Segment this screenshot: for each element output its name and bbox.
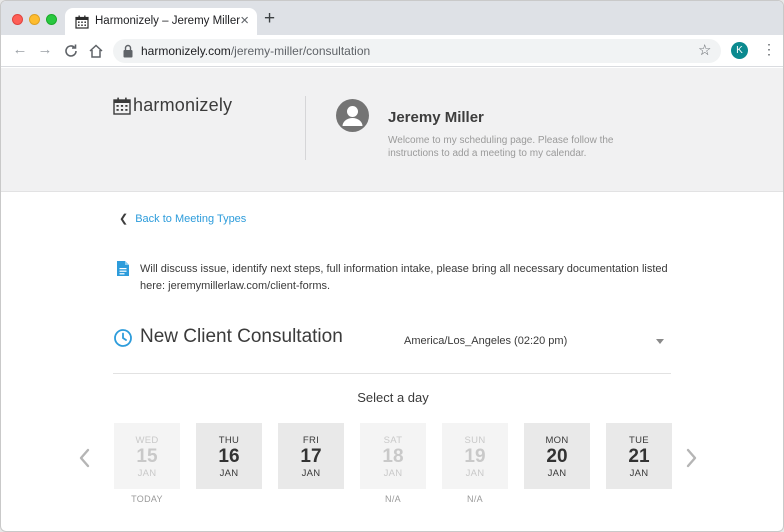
day-num: 19 (464, 446, 486, 467)
page-header: harmonizely Jeremy Miller Welcome to my … (1, 68, 783, 192)
day-note: N/A (385, 494, 401, 504)
day-dow: WED (135, 435, 159, 446)
host-name: Jeremy Miller (388, 109, 484, 126)
minimize-window-button[interactable] (29, 14, 40, 25)
day-tile-sun: SUN 19 JAN (442, 423, 508, 489)
day-tile-sat: SAT 18 JAN (360, 423, 426, 489)
logo-text[interactable]: harmonizely (133, 95, 232, 116)
profile-avatar[interactable]: K (731, 42, 748, 59)
url-domain: harmonizely.com (141, 44, 231, 58)
browser-toolbar: ← → harmonizely.com/jeremy-miller/consul… (1, 35, 783, 67)
document-icon (117, 261, 129, 276)
event-description: Will discuss issue, identify next steps,… (140, 263, 668, 292)
select-day-label: Select a day (357, 390, 429, 405)
browser-menu-icon[interactable]: ⋮ (762, 41, 776, 57)
day-mon: JAN (629, 468, 649, 479)
day-mon: JAN (383, 468, 403, 479)
chevron-left-icon: ❮ (119, 213, 129, 225)
url-path: /jeremy-miller/consultation (230, 44, 371, 58)
browser-tab[interactable]: Harmonizely – Jeremy Miller × (65, 8, 257, 35)
home-icon[interactable] (88, 43, 104, 59)
next-days-arrow-icon[interactable] (683, 448, 699, 468)
previous-days-arrow-icon[interactable] (77, 448, 93, 468)
caret-down-icon (656, 339, 664, 344)
host-avatar (336, 99, 369, 132)
day-tile-thu[interactable]: THU 16 JAN (196, 423, 262, 489)
browser-window: Harmonizely – Jeremy Miller × + ← → harm… (0, 0, 784, 532)
day-note: TODAY (131, 494, 163, 504)
day-num: 16 (218, 446, 240, 467)
calendar-logo-icon (113, 97, 131, 115)
maximize-window-button[interactable] (46, 14, 57, 25)
back-arrow-icon[interactable]: ← (12, 42, 28, 58)
day-num: 21 (628, 446, 650, 467)
tab-title: Harmonizely – Jeremy Miller (95, 15, 241, 27)
day-tile-fri[interactable]: FRI 17 JAN (278, 423, 344, 489)
day-dow: TUE (629, 435, 649, 446)
clock-icon (114, 329, 132, 347)
day-mon: JAN (465, 468, 485, 479)
day-mon: JAN (547, 468, 567, 479)
day-tile-mon[interactable]: MON 20 JAN (524, 423, 590, 489)
back-link-label: Back to Meeting Types (135, 213, 247, 225)
day-dow: MON (545, 435, 569, 446)
lock-icon (123, 44, 133, 58)
section-divider (113, 373, 671, 374)
address-bar[interactable]: harmonizely.com/jeremy-miller/consultati… (113, 39, 721, 63)
bookmark-star-icon[interactable]: ☆ (698, 41, 711, 59)
timezone-select[interactable]: America/Los_Angeles (02:20 pm) (404, 332, 669, 352)
event-title: New Client Consultation (140, 326, 343, 347)
day-mon: JAN (301, 468, 321, 479)
day-dow: THU (218, 435, 240, 446)
new-tab-button[interactable]: + (264, 9, 275, 28)
timezone-value: America/Los_Angeles (02:20 pm) (404, 335, 568, 347)
close-window-button[interactable] (12, 14, 23, 25)
tab-strip: Harmonizely – Jeremy Miller × + (1, 1, 783, 35)
day-note: N/A (467, 494, 483, 504)
back-to-meeting-types-link[interactable]: ❮ Back to Meeting Types (119, 212, 246, 225)
forward-arrow-icon[interactable]: → (37, 42, 53, 58)
user-icon (342, 106, 363, 126)
day-dow: SUN (464, 435, 486, 446)
day-num: 18 (382, 446, 404, 467)
day-num: 15 (136, 446, 158, 467)
day-num: 17 (300, 446, 322, 467)
tab-close-icon[interactable]: × (240, 13, 249, 29)
day-mon: JAN (137, 468, 157, 479)
day-num: 20 (546, 446, 568, 467)
day-tile-wed: WED 15 JAN (114, 423, 180, 489)
day-dow: FRI (302, 435, 320, 446)
day-tile-tue[interactable]: TUE 21 JAN (606, 423, 672, 489)
url-text: harmonizely.com/jeremy-miller/consultati… (141, 44, 370, 58)
calendar-icon (75, 15, 89, 29)
host-description: Welcome to my scheduling page. Please fo… (388, 135, 614, 159)
day-mon: JAN (219, 468, 239, 479)
day-dow: SAT (383, 435, 403, 446)
header-divider (305, 96, 306, 160)
reload-icon[interactable] (63, 43, 79, 59)
